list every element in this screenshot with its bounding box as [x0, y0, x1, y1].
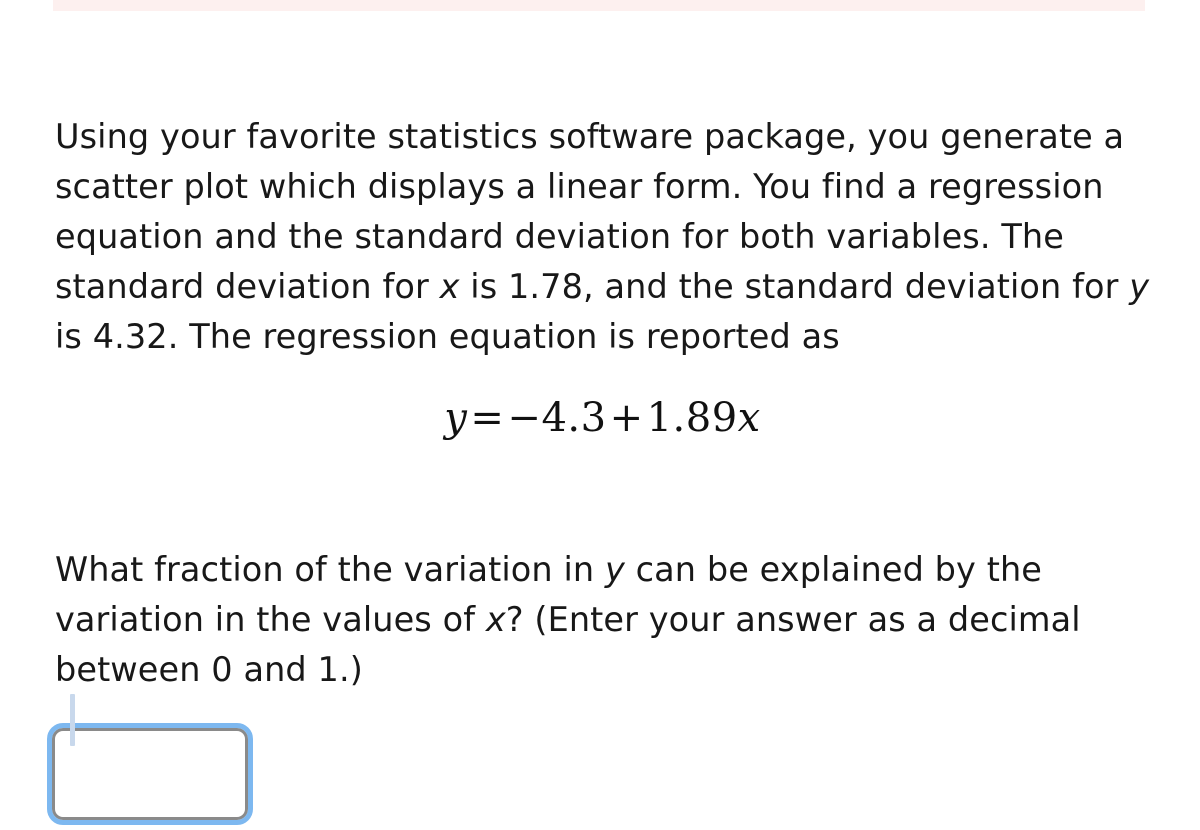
- question-paragraph-2: What fraction of the variation in y can …: [55, 545, 1150, 695]
- equation-paragraph-spacer: [55, 459, 1150, 511]
- equation-rhs-x: x: [737, 395, 761, 441]
- top-decorative-strip: [53, 0, 1145, 11]
- paragraph-2-text-a: What fraction of the variation in: [55, 549, 605, 589]
- variable-x-inline-2: x: [485, 599, 506, 639]
- question-content: Using your favorite statistics software …: [47, 78, 1150, 825]
- equation-slope-value: 1.89: [646, 395, 738, 441]
- regression-equation-block: y=−4.3+1.89x: [55, 395, 1150, 441]
- equation-intercept-value: 4.3: [541, 395, 607, 441]
- answer-field-wrapper: [47, 723, 1150, 825]
- paragraph-1-text-b: is 1.78, and the standard deviation for: [459, 266, 1130, 306]
- paragraph-1-text-c: is 4.32. The regression equation is repo…: [55, 316, 840, 356]
- equation-plus-sign: +: [609, 395, 644, 441]
- equation-equals-sign: =: [470, 395, 505, 441]
- variable-y-inline: y: [1129, 266, 1150, 306]
- equation-lhs-y: y: [444, 395, 468, 441]
- variable-y-inline-2: y: [604, 549, 625, 589]
- answer-input[interactable]: [47, 723, 253, 825]
- question-paragraph-1: Using your favorite statistics software …: [55, 112, 1150, 362]
- equation-intercept-sign: −: [507, 395, 542, 441]
- variable-x-inline: x: [439, 266, 460, 306]
- regression-equation: y=−4.3+1.89x: [444, 395, 760, 441]
